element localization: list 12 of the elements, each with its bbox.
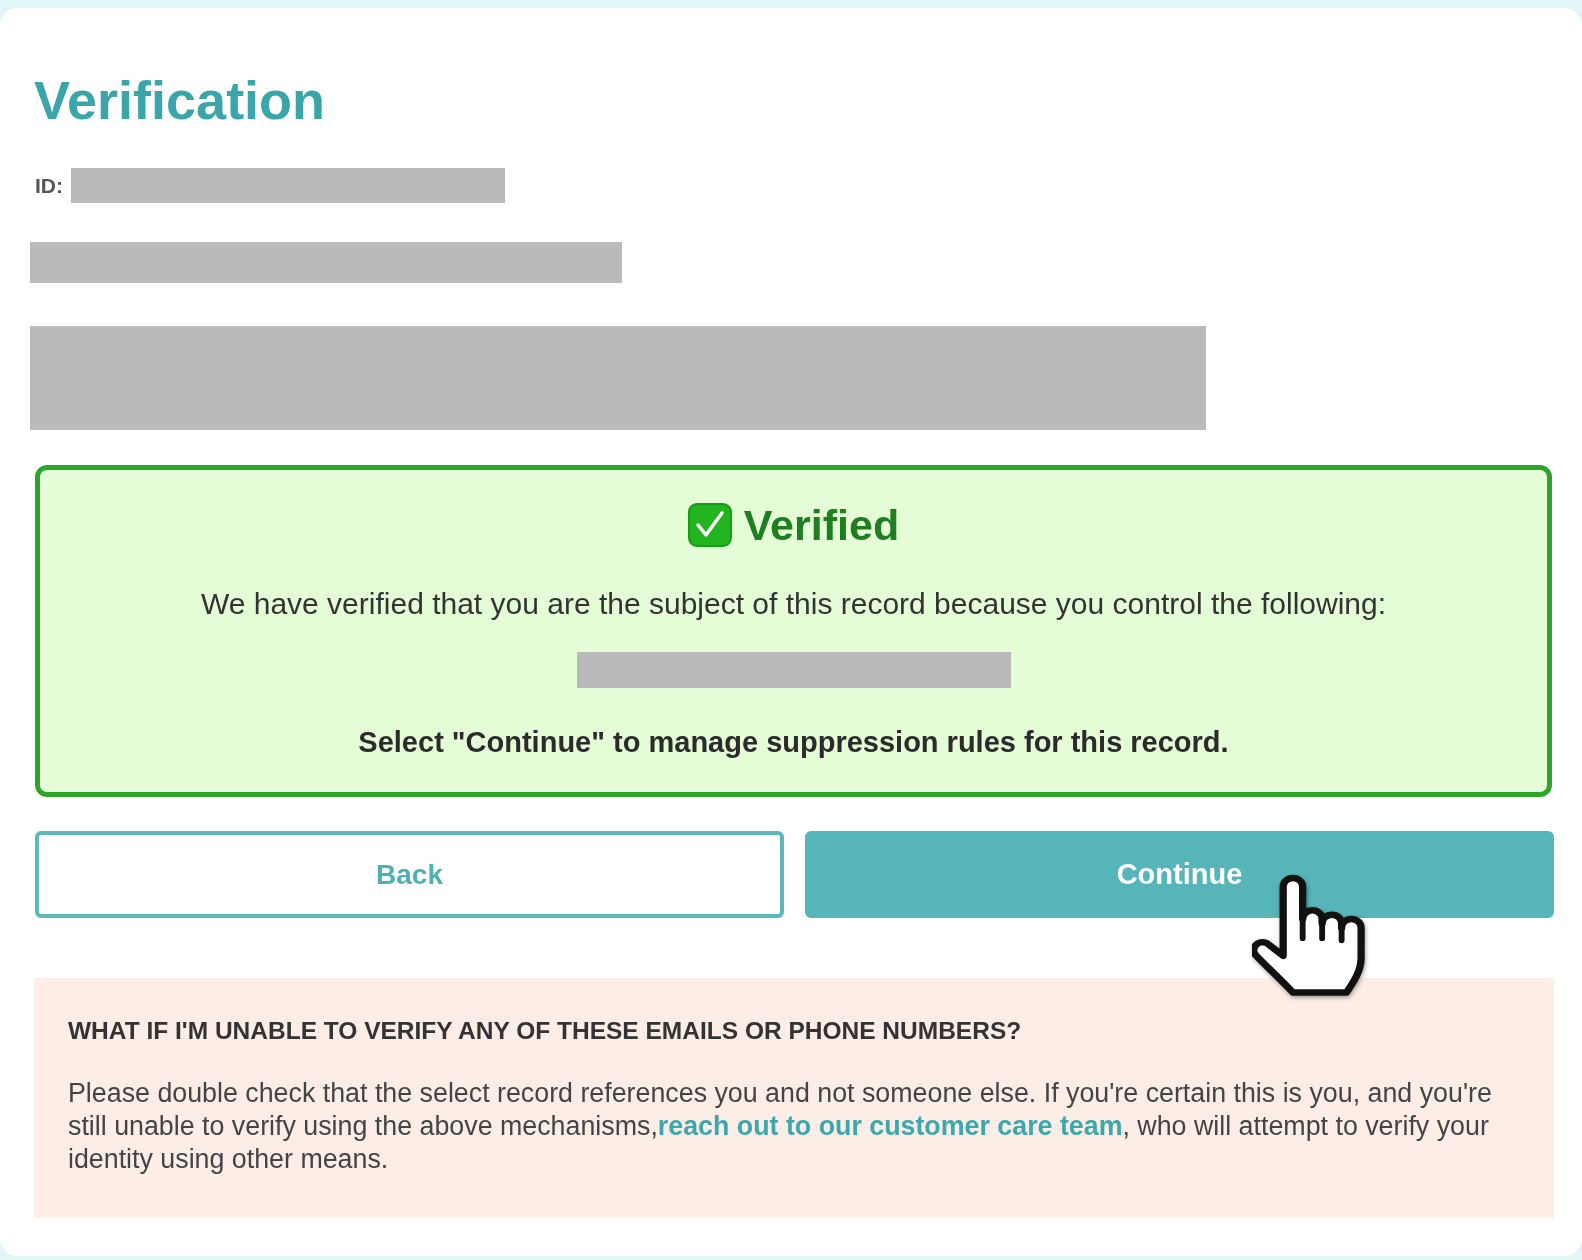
- customer-care-link[interactable]: reach out to our customer care team: [657, 1111, 1123, 1141]
- hand-cursor-icon: [1252, 874, 1365, 996]
- id-label: ID:: [35, 173, 63, 198]
- continue-button[interactable]: Continue: [805, 831, 1554, 918]
- help-heading: WHAT IF I'M UNABLE TO VERIFY ANY OF THESE EMAILS OR PHONE NUMBERS?: [68, 1016, 1023, 1046]
- verified-title: Verified: [743, 500, 900, 550]
- page-title: Verification: [33, 69, 326, 132]
- continue-instruction: Select "Continue" to manage suppression rules for this record.: [358, 725, 1229, 760]
- help-paragraph: Please double check that the select record references you and not someone else. If you're certain this is you, and you're still unable to verify using the above mechanisms,reach out to our customer care team, who will attempt to verify your identity using other means.: [68, 1077, 1493, 1176]
- checkmark-icon: [687, 503, 732, 547]
- back-button[interactable]: Back: [35, 831, 784, 918]
- verified-message: We have verified that you are the subject of this record because you control the following:: [200, 586, 1387, 622]
